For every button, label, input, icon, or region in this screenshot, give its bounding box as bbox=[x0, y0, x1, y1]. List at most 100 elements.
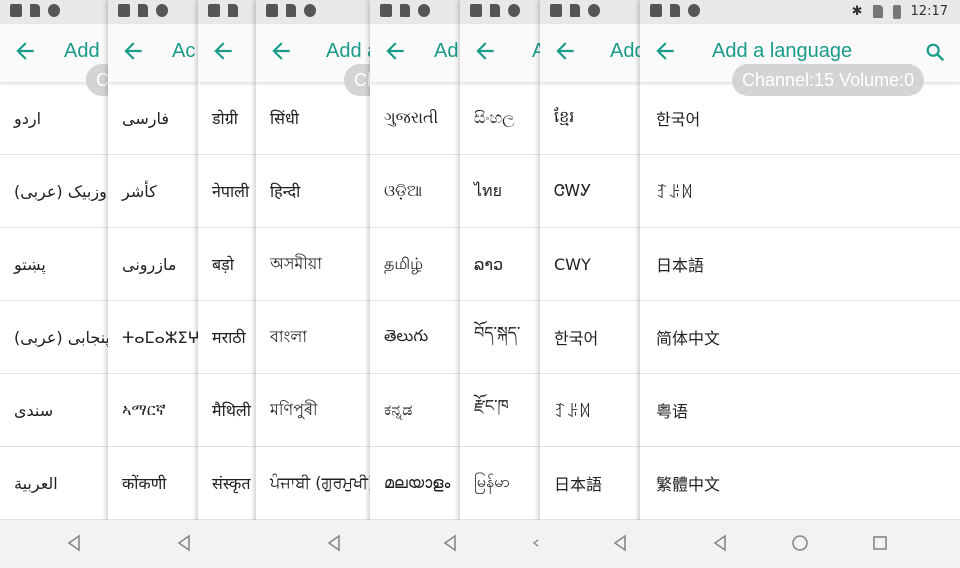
language-item[interactable]: 한국어 bbox=[540, 301, 640, 374]
language-item[interactable]: ಕನ್ನಡ bbox=[370, 374, 460, 447]
sim-icon bbox=[286, 4, 296, 17]
language-item[interactable]: 简体中文 bbox=[640, 301, 960, 374]
language-list: ខ្មែរ ᏣᎳᎩ CWY 한국어 ꆈꌠꉙ 日本語 bbox=[540, 82, 640, 520]
language-list: ગુજરાતી ଓଡ଼ିଆ தமிழ் తెలుగు ಕನ್ನಡ മലയാളം bbox=[370, 82, 460, 520]
back-nav-icon[interactable] bbox=[326, 534, 342, 556]
language-list: 한국어 ꆈꌠꉙ 日本語 简体中文 粤语 繁體中文 bbox=[640, 82, 960, 520]
language-item[interactable]: মণিপুৰী bbox=[256, 374, 370, 447]
language-item[interactable]: اوزبیک (عربی) bbox=[0, 155, 108, 228]
firefox-icon bbox=[418, 4, 430, 17]
app-bar: A bbox=[460, 24, 540, 82]
language-item[interactable]: ខ្មែរ bbox=[540, 82, 640, 155]
back-nav-icon[interactable] bbox=[532, 534, 540, 556]
language-item[interactable]: ગુજરાતી bbox=[370, 82, 460, 155]
battery-icon bbox=[892, 4, 901, 19]
language-item[interactable]: සිංහල bbox=[460, 82, 540, 155]
page-title: Ac bbox=[172, 40, 196, 62]
language-item[interactable]: မြန်မာ bbox=[460, 447, 540, 520]
page-title: Add bbox=[64, 40, 100, 62]
image-icon bbox=[550, 4, 562, 17]
language-item[interactable]: नेपाली bbox=[198, 155, 256, 228]
language-item[interactable]: ລາວ bbox=[460, 228, 540, 301]
language-item[interactable]: कोंकणी bbox=[108, 447, 198, 520]
language-item[interactable]: डोग्री bbox=[198, 82, 256, 155]
language-item[interactable]: ኣማርኛ bbox=[108, 374, 198, 447]
strip-8: ✱ 12:17 Add a language Channel:15 Volume… bbox=[640, 0, 960, 568]
language-item[interactable]: ᏣᎳᎩ bbox=[540, 155, 640, 228]
language-item[interactable]: پښتو bbox=[0, 228, 108, 301]
language-item[interactable]: CWY bbox=[540, 228, 640, 301]
language-item[interactable]: کأشر bbox=[108, 155, 198, 228]
app-bar bbox=[198, 24, 256, 82]
language-item[interactable]: অসমীয়া bbox=[256, 228, 370, 301]
language-item[interactable]: ଓଡ଼ିଆ bbox=[370, 155, 460, 228]
back-arrow-icon[interactable] bbox=[268, 38, 294, 64]
language-item[interactable]: বাংলা bbox=[256, 301, 370, 374]
app-bar: Add a Ch bbox=[256, 24, 370, 96]
language-item[interactable]: बड़ो bbox=[198, 228, 256, 301]
sim-icon bbox=[570, 4, 580, 17]
firefox-icon bbox=[588, 4, 600, 17]
back-arrow-icon[interactable] bbox=[382, 38, 408, 64]
language-item[interactable]: 日本語 bbox=[540, 447, 640, 520]
language-list: डोग्री नेपाली बड़ो मराठी मैथिली संस्कृत bbox=[198, 82, 256, 520]
language-item[interactable]: ⵜⴰⵎⴰⵣⵉⵖⵜ bbox=[108, 301, 198, 374]
page-title: A bbox=[532, 40, 540, 62]
page-title: Ad bbox=[434, 40, 459, 62]
back-nav-icon[interactable] bbox=[66, 534, 82, 556]
status-bar: ✱ 12:17 bbox=[640, 0, 960, 24]
status-bar bbox=[370, 0, 460, 24]
language-item[interactable]: ꆈꌠꉙ bbox=[540, 374, 640, 447]
language-item[interactable]: తెలుగు bbox=[370, 301, 460, 374]
strip-2: Ac فارسی کأشر مازرونی ⵜⴰⵎⴰⵣⵉⵖⵜ ኣማርኛ कोंक… bbox=[108, 0, 198, 568]
language-item[interactable]: मैथिली bbox=[198, 374, 256, 447]
language-item[interactable]: རྫོང་ཁ bbox=[460, 374, 540, 447]
back-arrow-icon[interactable] bbox=[12, 38, 38, 64]
back-arrow-icon[interactable] bbox=[210, 38, 236, 64]
language-list: සිංහල ไทย ລາວ བོད་སྐད་ རྫོང་ཁ မြန်မာ bbox=[460, 82, 540, 520]
back-arrow-icon[interactable] bbox=[552, 38, 578, 64]
back-arrow-icon[interactable] bbox=[652, 38, 678, 64]
language-item[interactable]: བོད་སྐད་ bbox=[460, 301, 540, 374]
language-item[interactable]: سندی bbox=[0, 374, 108, 447]
image-icon bbox=[266, 4, 278, 17]
strip-7: Add ខ្មែរ ᏣᎳᎩ CWY 한국어 ꆈꌠꉙ 日本語 bbox=[540, 0, 640, 568]
language-item[interactable]: 繁體中文 bbox=[640, 447, 960, 520]
language-item[interactable]: ਪੰਜਾਬੀ (ਗੁਰਮੁਖੀ) bbox=[256, 447, 370, 520]
back-nav-icon[interactable] bbox=[176, 534, 192, 556]
page-title: Add a bbox=[326, 40, 370, 62]
language-list: فارسی کأشر مازرونی ⵜⴰⵎⴰⵣⵉⵖⵜ ኣማርኛ कोंकणी bbox=[108, 82, 198, 520]
app-bar: Ad bbox=[370, 24, 460, 82]
language-item[interactable]: मराठी bbox=[198, 301, 256, 374]
language-item[interactable]: 日本語 bbox=[640, 228, 960, 301]
language-item[interactable]: ꆈꌠꉙ bbox=[640, 155, 960, 228]
back-nav-icon[interactable] bbox=[442, 534, 458, 556]
image-icon bbox=[10, 4, 22, 17]
search-icon[interactable] bbox=[924, 41, 946, 63]
sim-icon bbox=[400, 4, 410, 17]
language-item[interactable]: پنجابی (عربی) bbox=[0, 301, 108, 374]
back-nav-icon[interactable] bbox=[612, 534, 628, 556]
language-item[interactable]: संस्कृत bbox=[198, 447, 256, 520]
back-nav-icon[interactable] bbox=[712, 534, 728, 556]
language-item[interactable]: हिन्दी bbox=[256, 155, 370, 228]
language-item[interactable]: اردو bbox=[0, 82, 108, 155]
page-title: Add bbox=[610, 40, 640, 62]
language-item[interactable]: مازرونی bbox=[108, 228, 198, 301]
image-icon bbox=[650, 4, 662, 17]
language-item[interactable]: فارسی bbox=[108, 82, 198, 155]
language-item[interactable]: தமிழ் bbox=[370, 228, 460, 301]
language-item[interactable]: മലയാളം bbox=[370, 447, 460, 520]
recents-icon[interactable] bbox=[872, 534, 888, 556]
language-item[interactable]: 粤语 bbox=[640, 374, 960, 447]
back-arrow-icon[interactable] bbox=[120, 38, 146, 64]
home-icon[interactable] bbox=[791, 534, 809, 556]
language-item[interactable]: सिंधी bbox=[256, 82, 370, 155]
sim-icon bbox=[490, 4, 500, 17]
language-item[interactable]: 한국어 bbox=[640, 82, 960, 155]
language-item[interactable]: العربية bbox=[0, 447, 108, 520]
firefox-icon bbox=[508, 4, 520, 17]
language-item[interactable]: ไทย bbox=[460, 155, 540, 228]
back-arrow-icon[interactable] bbox=[472, 38, 498, 64]
image-icon bbox=[470, 4, 482, 17]
